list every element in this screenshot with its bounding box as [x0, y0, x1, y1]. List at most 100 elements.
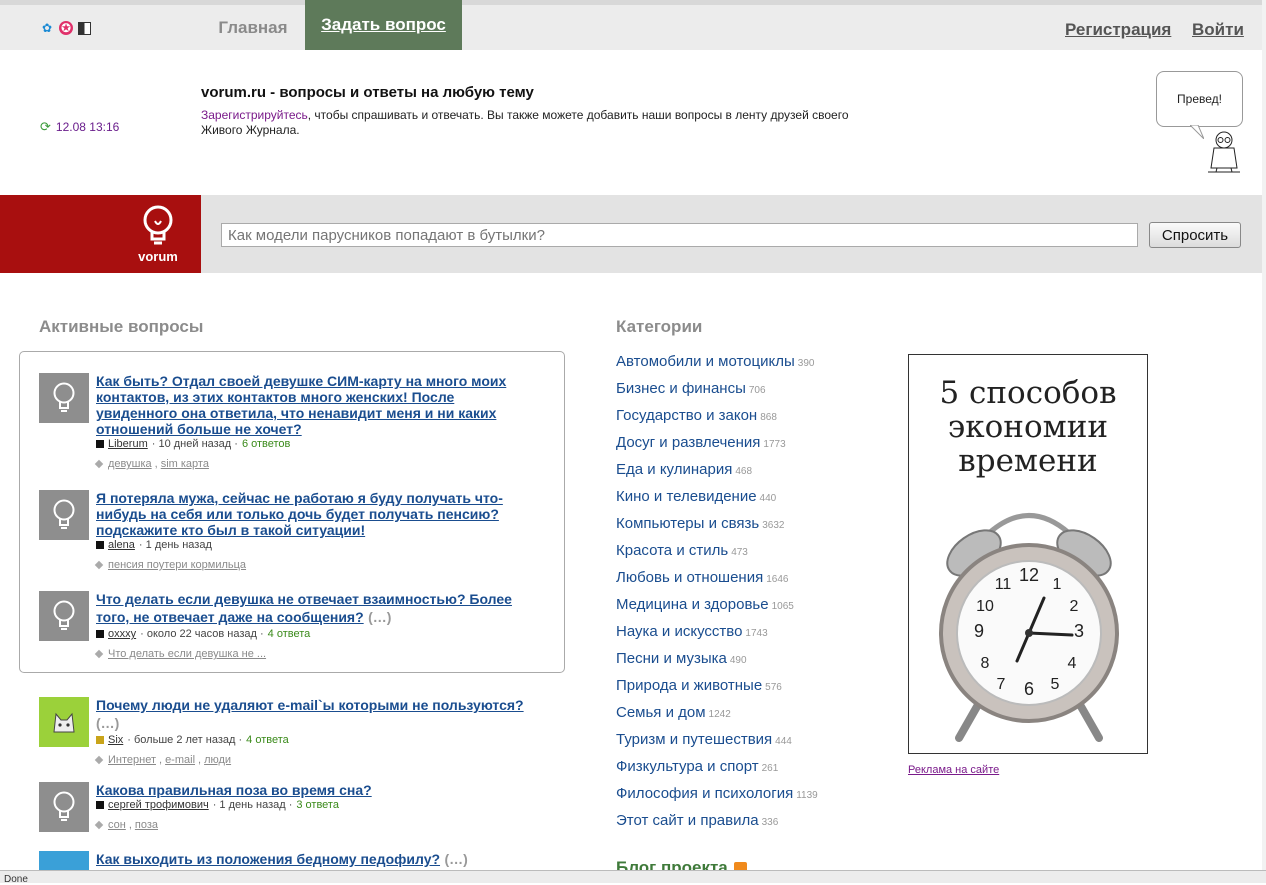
tag-icon: [94, 820, 104, 830]
ad-line: экономии: [947, 409, 1109, 445]
category-count: 576: [765, 682, 782, 693]
question-time: · 1 день назад ·: [212, 799, 293, 811]
question-answers[interactable]: 6 ответов: [242, 438, 290, 450]
category-link[interactable]: Бизнес и финансы: [616, 380, 746, 397]
category-item: Наука и искусство 1743: [616, 621, 896, 648]
active-questions-heading: Активные вопросы: [39, 317, 204, 336]
question-author[interactable]: oxxxy: [108, 628, 136, 640]
question-icon: [39, 782, 89, 832]
category-link[interactable]: Компьютеры и связь: [616, 515, 759, 532]
question-title[interactable]: Какова правильная поза во время сна?: [96, 782, 536, 798]
category-link[interactable]: Туризм и путешествия: [616, 731, 772, 748]
user-badge-icon: [96, 541, 104, 549]
category-count: 1743: [745, 628, 768, 639]
category-count: 3632: [762, 520, 785, 531]
user-badge-icon: [96, 736, 104, 744]
question-answers[interactable]: 4 ответа: [268, 628, 311, 640]
question-answers[interactable]: 3 ответа: [296, 799, 339, 811]
category-count: 473: [731, 547, 748, 558]
category-link[interactable]: Песни и музыка: [616, 650, 727, 667]
category-item: Семья и дом 1242: [616, 702, 896, 729]
question-icon: [39, 490, 89, 540]
question-title[interactable]: Как быть? Отдал своей девушке СИМ-карту …: [96, 373, 536, 437]
alarm-clock-icon: 12 3 6 9 1 2 4 5 7 8 10 11: [939, 513, 1119, 742]
question-more[interactable]: (…): [444, 851, 467, 867]
category-link[interactable]: Медицина и здоровье: [616, 596, 769, 613]
category-link[interactable]: Еда и кулинария: [616, 461, 732, 478]
question-icon: [39, 591, 89, 641]
status-text: Done: [4, 874, 28, 885]
category-count: 444: [775, 736, 792, 747]
question-tag[interactable]: Интернет: [108, 754, 156, 766]
category-link[interactable]: Семья и дом: [616, 704, 706, 721]
question-title[interactable]: Я потеряла мужа, сейчас не работаю я буд…: [96, 490, 536, 538]
question-tag[interactable]: люди: [204, 754, 231, 766]
category-link[interactable]: Красота и стиль: [616, 542, 728, 559]
tag-icon: [94, 560, 104, 570]
category-link[interactable]: Этот сайт и правила: [616, 812, 759, 829]
category-item: Физкультура и спорт 261: [616, 756, 896, 783]
tag-icon: [94, 755, 104, 765]
svg-text:5: 5: [1051, 676, 1060, 693]
question-title[interactable]: Что делать если девушка не отвечает взаи…: [96, 591, 512, 625]
search-input[interactable]: [221, 223, 1138, 247]
question-author[interactable]: Six: [108, 734, 123, 746]
question-tag[interactable]: Что делать если девушка не ...: [108, 648, 266, 660]
question-more[interactable]: (…): [368, 609, 391, 625]
nav-ask-question[interactable]: Задать вопрос: [305, 0, 462, 50]
question-author[interactable]: сергей трофимович: [108, 799, 209, 811]
question-tag[interactable]: девушка: [108, 458, 152, 470]
category-item: Бизнес и финансы 706: [616, 378, 896, 405]
category-item: Досуг и развлечения 1773: [616, 432, 896, 459]
question-author[interactable]: Liberum: [108, 438, 148, 450]
question-title[interactable]: Как выходить из положения бедному педофи…: [96, 851, 440, 867]
svg-text:6: 6: [1024, 679, 1034, 699]
site-description: Зарегистрируйтесь, чтобы спрашивать и от…: [201, 108, 881, 138]
user-avatar[interactable]: [39, 697, 89, 747]
tag-icon: [94, 649, 104, 659]
category-link[interactable]: Досуг и развлечения: [616, 434, 760, 451]
category-link[interactable]: Государство и закон: [616, 407, 757, 424]
question-more[interactable]: (…): [96, 715, 119, 731]
site-title: vorum.ru - вопросы и ответы на любую тем…: [201, 84, 534, 101]
register-link[interactable]: Регистрация: [1065, 20, 1171, 40]
question-tag[interactable]: e-mail: [165, 754, 195, 766]
svg-text:1: 1: [1053, 576, 1062, 593]
ad-link[interactable]: Реклама на сайте: [908, 764, 999, 776]
category-link[interactable]: Природа и животные: [616, 677, 762, 694]
category-link[interactable]: Кино и телевидение: [616, 488, 757, 505]
question-tag[interactable]: сон: [108, 819, 126, 831]
ask-button[interactable]: Спросить: [1149, 222, 1241, 248]
category-link[interactable]: Любовь и отношения: [616, 569, 763, 586]
svg-text:12: 12: [1019, 565, 1039, 585]
nav-home[interactable]: Главная: [201, 5, 305, 50]
checker-icon[interactable]: [78, 21, 91, 35]
vertical-scrollbar[interactable]: [1262, 0, 1266, 870]
question-tag[interactable]: поза: [135, 819, 158, 831]
question-author[interactable]: alena: [108, 539, 135, 551]
register-inline-link[interactable]: Зарегистрируйтесь: [201, 108, 308, 122]
category-link[interactable]: Наука и искусство: [616, 623, 742, 640]
category-item: Философия и психология 1139: [616, 783, 896, 810]
paw-icon[interactable]: ✿: [40, 21, 54, 35]
svg-text:10: 10: [976, 598, 994, 615]
updated-time-link[interactable]: 12.08 13:16: [56, 120, 119, 134]
category-item: Красота и стиль 473: [616, 540, 896, 567]
flower-icon[interactable]: ✪: [59, 21, 73, 35]
category-link[interactable]: Философия и психология: [616, 785, 793, 802]
category-link[interactable]: Автомобили и мотоциклы: [616, 353, 795, 370]
login-link[interactable]: Войти: [1192, 20, 1244, 40]
category-count: 1773: [763, 439, 786, 450]
question-tag[interactable]: sim карта: [161, 458, 209, 470]
question-answers[interactable]: 4 ответа: [246, 734, 289, 746]
user-avatar[interactable]: [39, 851, 89, 870]
question-tag[interactable]: пенсия поутери кормильца: [108, 559, 246, 571]
category-count: 440: [759, 493, 777, 504]
question-title[interactable]: Почему люди не удаляют e-mail`ы которыми…: [96, 697, 524, 713]
category-link[interactable]: Физкультура и спорт: [616, 758, 759, 775]
lightbulb-icon: [143, 205, 173, 245]
refresh-icon[interactable]: ⟳: [40, 119, 51, 135]
categories-list: Автомобили и мотоциклы 390 Бизнес и финанс…: [616, 351, 896, 837]
ad-banner[interactable]: 5 способов экономии времени 12 3 6 9 1 2…: [908, 354, 1148, 754]
user-badge-icon: [96, 801, 104, 809]
